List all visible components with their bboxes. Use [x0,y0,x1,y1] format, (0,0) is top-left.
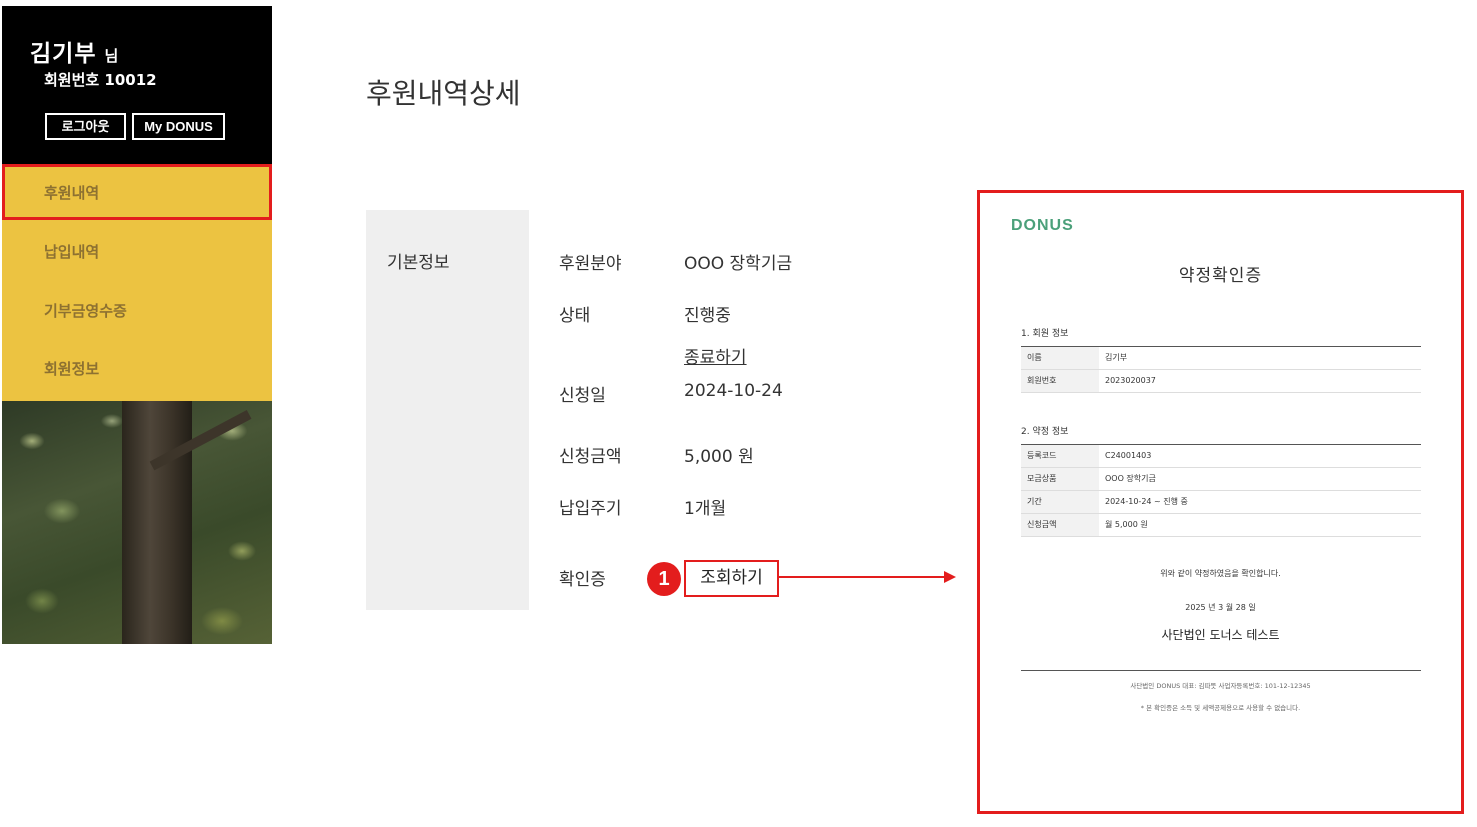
section-label-panel: 기본정보 [366,210,529,610]
user-name-text: 김기부 [30,41,97,67]
sidebar-item-label: 회원정보 [44,360,100,378]
field-value-apply-date: 2024-10-24 [684,381,783,401]
field-label-cycle: 납입주기 [559,499,622,519]
table-value: 김기부 [1105,353,1128,362]
field-value-category: OOO 장학기금 [684,254,793,274]
field-label-status: 상태 [559,306,591,326]
table-value: 2024-10-24 ~ 진행 중 [1105,497,1188,506]
page-title: 후원내역상세 [366,77,521,110]
sidebar-item-label: 기부금영수증 [44,302,127,320]
sidebar: 김기부 님 회원번호 10012 로그아웃 My DONUS 후원내역 납입내역 … [2,6,272,644]
table-row: 등록코드 C24001403 [1021,445,1421,468]
certificate-brand-logo: DONUS [1011,217,1074,234]
user-suffix: 님 [104,47,120,65]
table-key: 등록코드 [1021,445,1099,467]
certificate-preview: DONUS 약정확인증 1. 회원 정보 이름 김기부 회원번호 2023020… [977,190,1464,814]
sidebar-item-payment-history[interactable]: 납입내역 [2,223,272,279]
table-key: 모금상품 [1021,468,1099,490]
field-value-amount: 5,000 원 [684,447,754,467]
certificate-pledge-table: 등록코드 C24001403 모금상품 OOO 장학기금 기간 2024-10-… [1021,444,1421,537]
field-label-category: 후원분야 [559,254,622,274]
certificate-section-member: 1. 회원 정보 [1021,329,1069,339]
step-badge: 1 [647,562,681,596]
certificate-confirm-text: 위와 같이 약정하였음을 확인합니다. [1160,569,1281,578]
certificate-footer-info: 사단법인 DONUS 대표: 김따뜻 사업자등록번호: 101-12-12345 [1130,682,1311,690]
certificate-section-pledge: 2. 약정 정보 [1021,427,1069,437]
member-number: 회원번호 10012 [44,71,157,89]
sidebar-item-donation-receipt[interactable]: 기부금영수증 [2,282,272,338]
field-value-status: 진행중 [684,306,731,326]
field-label-certificate: 확인증 [559,570,606,590]
logout-button[interactable]: 로그아웃 [45,113,126,140]
certificate-member-table: 이름 김기부 회원번호 2023020037 [1021,346,1421,393]
table-key: 이름 [1021,347,1099,369]
tree-trunk [122,401,192,644]
table-value: 2023020037 [1105,376,1156,385]
table-row: 회원번호 2023020037 [1021,370,1421,393]
user-panel: 김기부 님 회원번호 10012 로그아웃 My DONUS [2,6,272,164]
table-key: 신청금액 [1021,514,1099,536]
table-value: OOO 장학기금 [1105,474,1156,483]
sidebar-item-donation-history[interactable]: 후원내역 [2,164,272,220]
forest-photo [2,401,272,644]
certificate-title: 약정확인증 [1178,266,1263,286]
my-donus-button[interactable]: My DONUS [132,113,225,140]
sidebar-item-member-info[interactable]: 회원정보 [2,340,272,396]
table-row: 신청금액 월 5,000 원 [1021,514,1421,537]
field-label-amount: 신청금액 [559,447,622,467]
certificate-divider [1021,670,1421,671]
table-key: 기간 [1021,491,1099,513]
table-key: 회원번호 [1021,370,1099,392]
sidebar-item-label: 납입내역 [44,243,100,261]
table-value: C24001403 [1105,451,1152,460]
table-row: 이름 김기부 [1021,347,1421,370]
certificate-footer-note: * 본 확인증은 소득 및 세액공제용으로 사용할 수 없습니다. [1140,704,1301,712]
table-value: 월 5,000 원 [1105,520,1148,529]
field-value-cycle: 1개월 [684,499,727,519]
certificate-org-name: 사단법인 도너스 테스트 [1161,628,1280,642]
section-label: 기본정보 [387,253,450,273]
table-row: 기간 2024-10-24 ~ 진행 중 [1021,491,1421,514]
user-name: 김기부 님 [30,34,119,68]
end-donation-link[interactable]: 종료하기 [684,343,747,368]
view-certificate-button[interactable]: 조회하기 [684,560,779,597]
sidebar-item-label: 후원내역 [44,184,100,202]
table-row: 모금상품 OOO 장학기금 [1021,468,1421,491]
side-menu: 후원내역 납입내역 기부금영수증 회원정보 [2,164,272,401]
certificate-date: 2025 년 3 월 28 일 [1185,603,1256,612]
field-label-apply-date: 신청일 [559,386,606,406]
arrow-icon [778,571,956,583]
